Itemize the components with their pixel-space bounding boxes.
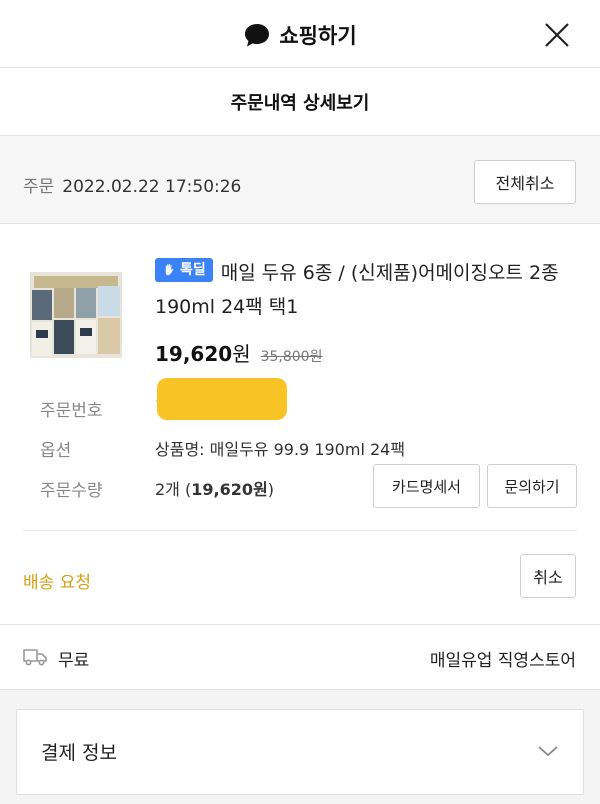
inquiry-button[interactable]: 문의하기	[487, 464, 577, 508]
product-thumbnail[interactable]	[26, 264, 126, 364]
hand-wave-icon	[165, 263, 174, 276]
talkdeal-badge: 톡딜	[155, 257, 213, 282]
store-name-link[interactable]: 매일유업 직영스토어	[430, 646, 576, 671]
option-label: 옵션	[40, 441, 72, 461]
order-header: 주문 2022.02.22 17:50:26 전체취소	[0, 136, 600, 224]
chevron-down-icon	[538, 746, 558, 757]
original-price: 35,800원	[260, 349, 323, 365]
delivery-status: 배송 요청	[23, 573, 91, 593]
order-date: 주문 2022.02.22 17:50:26	[23, 172, 241, 197]
delivery-truck-icon	[23, 649, 47, 666]
option-value: 상품명: 매일두유 99.9 190ml 24팩	[155, 440, 406, 459]
close-icon[interactable]	[540, 18, 574, 52]
order-date-value: 2022.02.22 17:50:26	[62, 177, 242, 197]
quantity-amount: 19,620원	[191, 480, 268, 499]
quantity-label: 주문수량	[40, 481, 103, 501]
price-row: 19,620원 35,800원	[155, 338, 322, 367]
sale-price-unit: 원	[232, 342, 251, 366]
talkdeal-label: 톡딜	[180, 261, 206, 278]
order-number-label: 주문번호	[40, 401, 103, 421]
page-title: 주문내역 상세보기	[230, 92, 370, 114]
cancel-all-button[interactable]: 전체취소	[474, 160, 576, 204]
product-title[interactable]: 톡딜 매일 두유 6종 / (신제품)어메이징오트 2종 190ml 24팩 택…	[155, 256, 575, 324]
payment-info-title: 결제 정보	[41, 742, 117, 764]
product-section: 톡딜 매일 두유 6종 / (신제품)어메이징오트 2종 190ml 24팩 택…	[0, 224, 600, 624]
card-statement-button[interactable]: 카드명세서	[373, 464, 480, 508]
app-title: 쇼핑하기	[0, 20, 600, 50]
quantity-suffix: )	[267, 480, 274, 499]
divider	[22, 530, 578, 531]
sale-price: 19,620원	[155, 338, 251, 367]
cancel-button[interactable]: 취소	[520, 554, 576, 598]
shipping-bar: 무료 매일유업 직영스토어	[0, 624, 600, 690]
redacted-order-number	[157, 378, 287, 420]
app-title-text: 쇼핑하기	[279, 24, 357, 48]
product-title-text: 매일 두유 6종 / (신제품)어메이징오트 2종 190ml 24팩 택1	[155, 262, 559, 318]
payment-section: 결제 정보	[0, 690, 600, 804]
shipping-fee: 무료	[58, 651, 90, 671]
chat-bubble-icon	[245, 24, 270, 47]
order-date-label: 주문	[23, 177, 55, 197]
quantity-value: 2개 (19,620원)	[155, 476, 274, 500]
sale-price-amount: 19,620	[155, 342, 233, 366]
quantity-prefix: 2개 (	[155, 480, 192, 499]
payment-info-toggle[interactable]: 결제 정보	[16, 709, 584, 795]
page-title-bar: 주문내역 상세보기	[0, 68, 600, 136]
top-bar: 쇼핑하기	[0, 0, 600, 68]
